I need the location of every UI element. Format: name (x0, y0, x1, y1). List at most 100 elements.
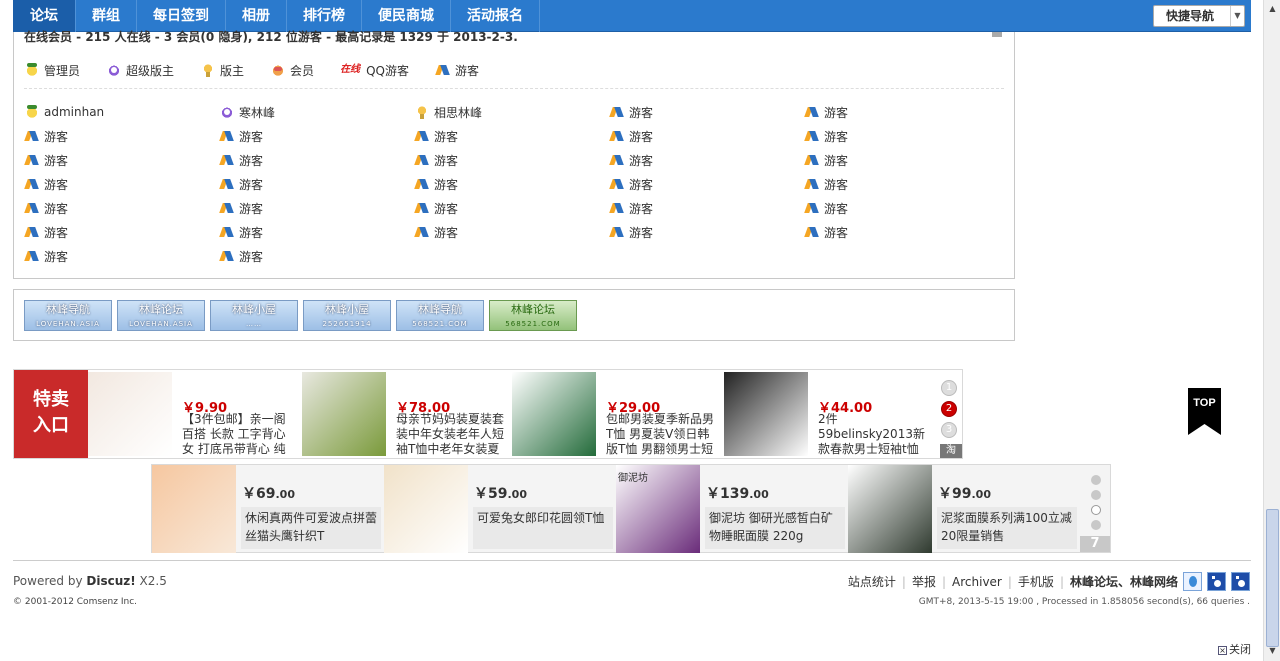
taobao-product[interactable]: ￥29.00 包邮男装夏季新品男T恤 男夏装V领日韩版T恤 男翻领男士短 (512, 372, 722, 456)
product-image[interactable]: 御泥坊 (616, 465, 700, 553)
friend-link-banner[interactable]: 林峰小屋 …… (210, 300, 298, 331)
carousel-page-dot[interactable]: 1 (941, 380, 957, 396)
currency: ￥ (706, 486, 720, 502)
legend-item: 超级版主 (106, 62, 174, 79)
online-user[interactable]: 游客 (219, 176, 409, 192)
product-image[interactable] (152, 465, 236, 553)
user-name: 游客 (44, 177, 69, 192)
online-user[interactable]: 游客 (219, 248, 409, 264)
friend-link-banner[interactable]: 林峰导航 LOVEHAN.ASIA (24, 300, 112, 331)
footer-link[interactable]: Archiver (952, 575, 1002, 589)
online-user[interactable]: 游客 (414, 200, 604, 216)
recommend-product[interactable]: ￥59.00 可爱兔女郎印花圆领T恤 (384, 465, 616, 553)
guest-icon (414, 177, 430, 191)
online-user[interactable]: 游客 (414, 224, 604, 240)
online-user[interactable]: 游客 (219, 152, 409, 168)
product-image[interactable] (88, 372, 172, 456)
product-image[interactable] (724, 372, 808, 456)
online-user[interactable]: 游客 (414, 128, 604, 144)
product-image[interactable] (302, 372, 386, 456)
online-user[interactable]: 游客 (609, 200, 799, 216)
online-user[interactable]: 游客 (24, 152, 214, 168)
footer-link[interactable]: 举报 (912, 573, 936, 590)
carousel-page-dot[interactable]: 2 (941, 401, 957, 417)
product-desc[interactable]: 泥浆面膜系列满100立减20限量销售 (937, 507, 1077, 549)
online-user[interactable]: 游客 (609, 224, 799, 240)
footer-link[interactable]: 手机版 (1018, 573, 1054, 590)
collapse-icon[interactable] (992, 32, 1002, 37)
scrollbar[interactable]: ▲ ▼ (1263, 0, 1280, 661)
back-to-top-button[interactable]: TOP (1188, 388, 1221, 435)
recommend-product[interactable]: ￥99.00 泥浆面膜系列满100立减20限量销售 (848, 465, 1080, 553)
product-desc[interactable]: 可爱兔女郎印花圆领T恤 (473, 507, 613, 549)
online-user[interactable]: 游客 (804, 224, 994, 240)
taobao-product[interactable]: ￥44.002件59belinsky2013新款春款男士短袖t恤夏装男t恤男装t… (724, 372, 934, 456)
online-user[interactable]: 游客 (804, 104, 994, 120)
online-user[interactable]: 游客 (609, 152, 799, 168)
friend-link-banner[interactable]: 林峰导航 568521.COM (396, 300, 484, 331)
product-desc[interactable]: 母亲节妈妈装夏装套装中年女装老年人短袖T恤中老年女装夏 (396, 412, 508, 457)
online-user[interactable]: 游客 (804, 200, 994, 216)
super-icon (219, 105, 235, 119)
product-desc[interactable]: 【3件包邮】亲一阁百搭 长款 工字背心女 打底吊带背心 纯 (182, 412, 294, 457)
scroll-up-icon[interactable]: ▲ (1266, 2, 1279, 15)
product-image[interactable] (848, 465, 932, 553)
online-user[interactable]: 寒林峰 (219, 104, 409, 120)
zaixian-icon: 在线 (340, 64, 361, 75)
guest-icon (24, 249, 40, 263)
online-user[interactable]: 游客 (24, 200, 214, 216)
site-name-link[interactable]: 林峰论坛、林峰网络 (1070, 573, 1178, 590)
scroll-thumb[interactable] (1266, 509, 1279, 647)
brand-label: 御泥坊 (618, 473, 648, 484)
product-desc[interactable]: 御泥坊 御研光感皙白矿物睡眠面膜 220g (705, 507, 845, 549)
online-user[interactable]: 游客 (219, 128, 409, 144)
online-user[interactable]: 游客 (414, 176, 604, 192)
carousel-page-dot[interactable] (1091, 520, 1101, 530)
taobao-product[interactable]: ￥78.00 母亲节妈妈装夏装套装中年女装老年人短袖T恤中老年女装夏 (302, 372, 512, 456)
guest-icon (609, 129, 625, 143)
scroll-down-icon[interactable]: ▼ (1266, 644, 1279, 657)
online-user[interactable]: 游客 (24, 176, 214, 192)
online-user[interactable]: 游客 (609, 176, 799, 192)
friend-link-banner[interactable]: 林峰小屋 252651914 (303, 300, 391, 331)
close-button[interactable]: × 关闭 (1218, 641, 1251, 657)
taobao-badge: 淘 (940, 444, 962, 458)
online-user[interactable]: 游客 (804, 152, 994, 168)
product-desc[interactable]: 休闲真两件可爱波点拼蕾丝猫头鹰针织T (241, 507, 381, 549)
online-user[interactable]: 游客 (24, 248, 214, 264)
friend-link-banner[interactable]: 林峰论坛 LOVEHAN.ASIA (117, 300, 205, 331)
online-user[interactable]: 游客 (609, 104, 799, 120)
online-user[interactable]: 相思林峰 (414, 104, 604, 120)
product-price: ￥139.00 (706, 483, 769, 503)
online-user[interactable]: adminhan (24, 104, 214, 120)
online-user[interactable]: 游客 (414, 152, 604, 168)
baidu-paw-icon[interactable] (1207, 572, 1229, 591)
online-user[interactable]: 游客 (219, 200, 409, 216)
online-user[interactable]: 游客 (609, 128, 799, 144)
product-desc[interactable]: 2件59belinsky2013新款春款男士短袖t恤夏装男t恤男装t男 (818, 412, 930, 457)
online-user[interactable]: 游客 (24, 224, 214, 240)
friend-link-title: 林峰论坛 (139, 303, 183, 316)
recommend-product[interactable]: ￥69.00 休闲真两件可爱波点拼蕾丝猫头鹰针织T (152, 465, 384, 553)
product-desc[interactable]: 包邮男装夏季新品男T恤 男夏装V领日韩版T恤 男翻领男士短 (606, 412, 718, 457)
product-image[interactable] (512, 372, 596, 456)
carousel-page-dot[interactable] (1091, 490, 1101, 500)
recommend-product[interactable]: 御泥坊 ￥139.00 御泥坊 御研光感皙白矿物睡眠面膜 220g (616, 465, 848, 553)
quick-nav-button[interactable]: 快捷导航 ▼ (1153, 5, 1245, 27)
carousel-page-dot[interactable]: 3 (941, 422, 957, 438)
taobao-product[interactable]: ￥9.90 【3件包邮】亲一阁百搭 长款 工字背心女 打底吊带背心 纯 (88, 372, 298, 456)
carousel-page-dot[interactable] (1091, 505, 1101, 515)
baidu-paw-icon[interactable] (1231, 572, 1253, 591)
online-user[interactable]: 游客 (804, 176, 994, 192)
product-image[interactable] (384, 465, 468, 553)
discuz-link[interactable]: Discuz! (86, 574, 135, 588)
online-user[interactable]: 游客 (219, 224, 409, 240)
footer-link[interactable]: 站点统计 (848, 573, 896, 590)
online-user[interactable]: 游客 (804, 128, 994, 144)
carousel-page-dot[interactable] (1091, 475, 1101, 485)
security-badge-icon[interactable] (1183, 572, 1202, 591)
friend-link-banner[interactable]: 林峰论坛 568521.COM (489, 300, 577, 331)
user-name: 游客 (239, 201, 264, 216)
online-user[interactable]: 游客 (24, 128, 214, 144)
sale-entry-button[interactable]: 特卖入口 (14, 370, 88, 458)
